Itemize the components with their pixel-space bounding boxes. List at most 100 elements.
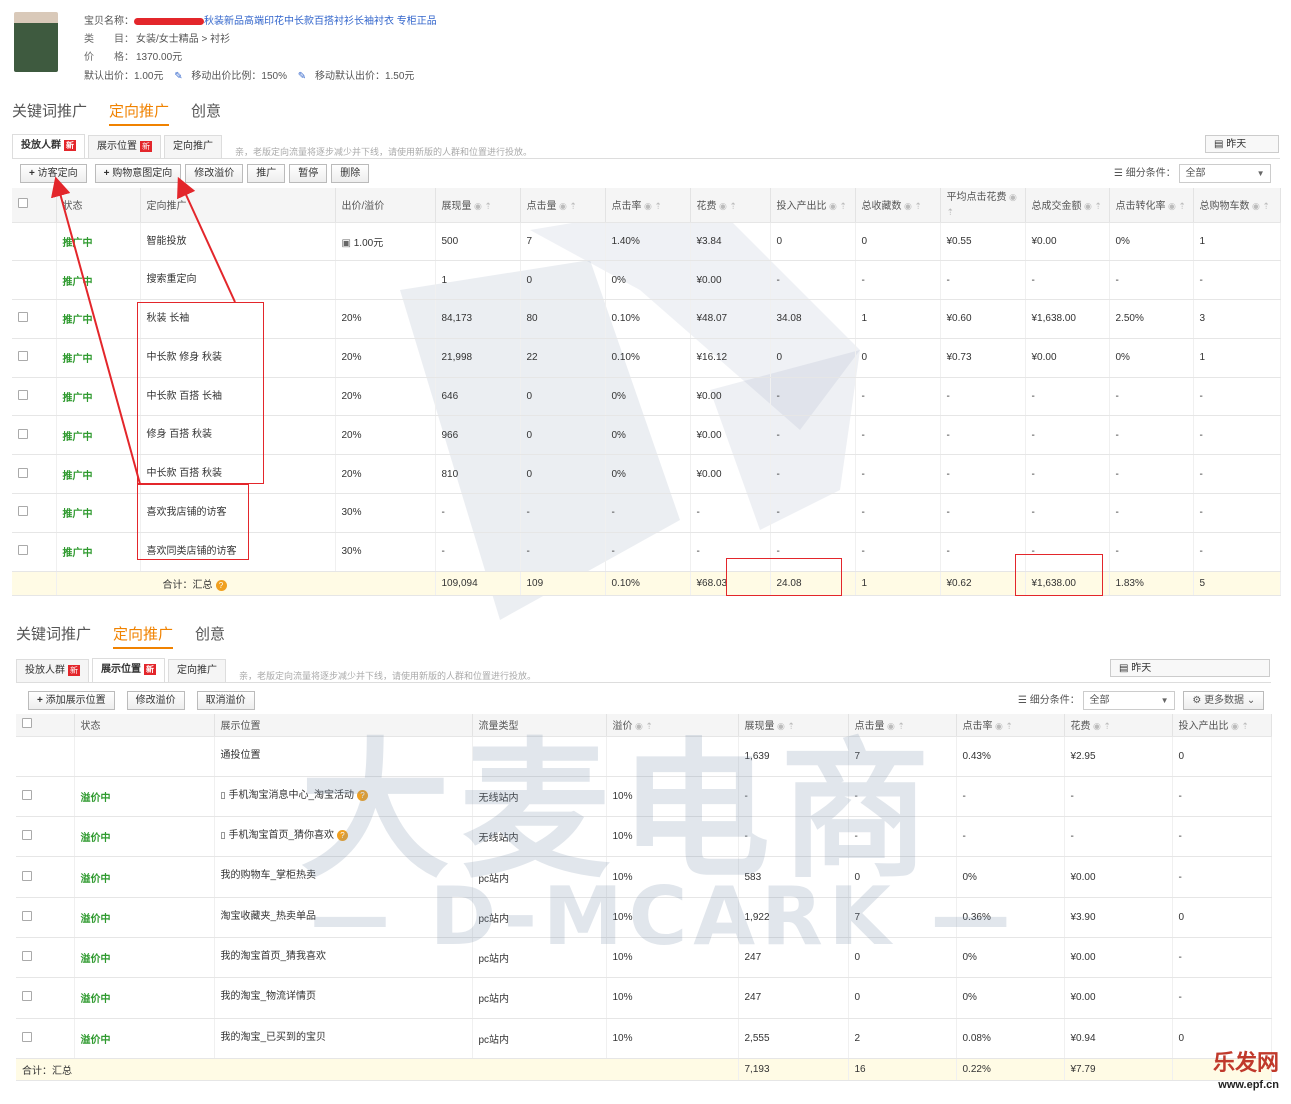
col-cost[interactable]: 花费 [690, 188, 771, 223]
delete-button[interactable]: 删除 [331, 164, 370, 183]
row-checkbox[interactable] [12, 338, 57, 378]
bid-value[interactable]: ▣ 1.00元 [335, 222, 436, 262]
status-badge: 推广中 [56, 338, 141, 378]
cell-cpc: ¥0.60 [940, 299, 1026, 339]
subtab-audience[interactable]: 投放人群新 [12, 134, 85, 158]
row-checkbox[interactable] [12, 299, 57, 339]
select-all-checkbox-2[interactable] [16, 714, 75, 737]
tab-targeting[interactable]: 定向推广 [109, 100, 170, 126]
modify-premium-button-2[interactable]: 修改溢价 [126, 691, 185, 710]
row-checkbox[interactable] [16, 977, 75, 1019]
annotation-box-roi [726, 558, 842, 596]
filter-select-2[interactable]: 全部 [1082, 691, 1175, 710]
cell-clicks: 0 [520, 260, 606, 301]
bid-settings-icon[interactable]: ▣ [342, 238, 354, 249]
cell-fav: - [855, 454, 941, 495]
row-checkbox[interactable] [16, 937, 75, 979]
bid-value[interactable]: 20% [335, 299, 436, 339]
tab-creative[interactable]: 创意 [191, 100, 221, 121]
tab-keyword[interactable]: 关键词推广 [12, 100, 87, 121]
bid-value[interactable]: 20% [335, 338, 436, 378]
help-icon[interactable]: ? [215, 579, 227, 591]
col2-roi[interactable]: 投入产出比 [1172, 714, 1272, 737]
col2-ctr[interactable]: 点击率 [956, 714, 1065, 737]
col-gmv[interactable]: 总成交金额 [1025, 188, 1110, 223]
cell-cost: ¥2.95 [1064, 736, 1173, 777]
cell-roi: - [1172, 977, 1272, 1019]
cell-cost: ¥0.00 [690, 415, 771, 456]
date-picker-2[interactable]: ▤ 昨天 [1110, 659, 1270, 677]
more-data-button[interactable]: ⚙ 更多数据 ⌄ [1183, 691, 1265, 711]
col-impressions[interactable]: 展现量 [435, 188, 521, 223]
cell-ctr: - [956, 816, 1065, 858]
bid-value[interactable]: 20% [335, 377, 436, 417]
row-checkbox[interactable] [16, 776, 75, 818]
row-checkbox[interactable] [12, 377, 57, 417]
status-badge: 溢价中 [74, 937, 215, 979]
edit-mobile-ratio-icon[interactable]: ✎ [298, 71, 306, 82]
cell-cvr: - [1109, 454, 1194, 495]
cell-ctr: 0% [605, 415, 691, 456]
row-checkbox[interactable] [16, 856, 75, 898]
row-checkbox[interactable] [12, 532, 57, 572]
bid-value[interactable]: 20% [335, 454, 436, 495]
bid-value[interactable] [335, 260, 436, 301]
bid-value[interactable]: 20% [335, 415, 436, 456]
cell-impr: - [435, 493, 521, 533]
add-visitor-targeting-button[interactable]: 访客定向 [20, 164, 87, 183]
col2-cost[interactable]: 花费 [1064, 714, 1173, 737]
cell-cost: ¥48.07 [690, 299, 771, 339]
product-name-link[interactable]: 秋装新品高端印花中长款百搭衬衫长袖衬衣 专柜正品 [204, 16, 437, 27]
bid-value[interactable]: 30% [335, 493, 436, 533]
total-spacer [12, 571, 57, 596]
product-category-line: 类 目： 女装/女士精品 > 衬衫 [84, 34, 231, 45]
date-picker[interactable]: ▤ 昨天 [1205, 135, 1279, 153]
add-shopping-intent-button[interactable]: 购物意图定向 [94, 164, 182, 183]
bid-value[interactable]: 30% [335, 532, 436, 572]
pause-button[interactable]: 暂停 [289, 164, 328, 183]
col-cpc[interactable]: 平均点击花费 [940, 188, 1026, 223]
premium-value[interactable]: 10% [606, 1018, 739, 1059]
col-clicks[interactable]: 点击量 [520, 188, 606, 223]
cell-impr: 247 [738, 977, 849, 1019]
cell-ctr: 0% [605, 260, 691, 301]
row-checkbox[interactable] [12, 493, 57, 533]
filter-select-1[interactable]: 全部 [1178, 164, 1271, 183]
subtab-audience-2[interactable]: 投放人群新 [16, 659, 89, 682]
promote-button[interactable]: 推广 [247, 164, 286, 183]
tab-creative-2[interactable]: 创意 [195, 623, 225, 644]
row-checkbox[interactable] [16, 816, 75, 858]
row-checkbox[interactable] [12, 454, 57, 495]
col-ctr[interactable]: 点击率 [605, 188, 691, 223]
cell-roi: - [1172, 816, 1272, 858]
subtab-legacy-targeting-2[interactable]: 定向推广 [168, 659, 226, 682]
total-label: 合计：汇总 [16, 1058, 739, 1081]
row-checkbox[interactable] [16, 897, 75, 938]
cell-ctr: 0.08% [956, 1018, 1065, 1059]
cell-clicks: - [520, 493, 606, 533]
select-all-checkbox[interactable] [12, 188, 57, 223]
col-cart[interactable]: 总购物车数 [1193, 188, 1281, 223]
subtab-legacy-targeting[interactable]: 定向推广 [164, 135, 222, 158]
cancel-premium-button[interactable]: 取消溢价 [196, 691, 255, 710]
row-checkbox[interactable] [12, 222, 57, 262]
row-checkbox[interactable] [16, 1018, 75, 1059]
premium-value[interactable]: 10% [606, 977, 739, 1019]
row-checkbox[interactable] [12, 260, 57, 301]
col-roi[interactable]: 投入产出比 [770, 188, 856, 223]
cell-roi: - [770, 493, 856, 533]
row-checkbox[interactable] [16, 736, 75, 777]
modify-premium-button[interactable]: 修改溢价 [185, 164, 244, 183]
subtab-placement-2[interactable]: 展示位置新 [92, 658, 165, 682]
table-row: 推广中 搜索重定向 1 0 0% ¥0.00- - - - - - [12, 260, 1281, 301]
edit-default-bid-icon[interactable]: ✎ [174, 71, 182, 82]
add-placement-button[interactable]: 添加展示位置 [28, 691, 115, 710]
cell-cvr: 2.50% [1109, 299, 1194, 339]
list-icon-2: ☰ [1018, 695, 1030, 707]
col-cvr[interactable]: 点击转化率 [1109, 188, 1194, 223]
col-favorites[interactable]: 总收藏数 [855, 188, 941, 223]
row-checkbox[interactable] [12, 415, 57, 456]
tab-keyword-2[interactable]: 关键词推广 [16, 623, 91, 644]
tab-targeting-2[interactable]: 定向推广 [113, 623, 174, 649]
subtab-placement[interactable]: 展示位置新 [88, 135, 161, 158]
